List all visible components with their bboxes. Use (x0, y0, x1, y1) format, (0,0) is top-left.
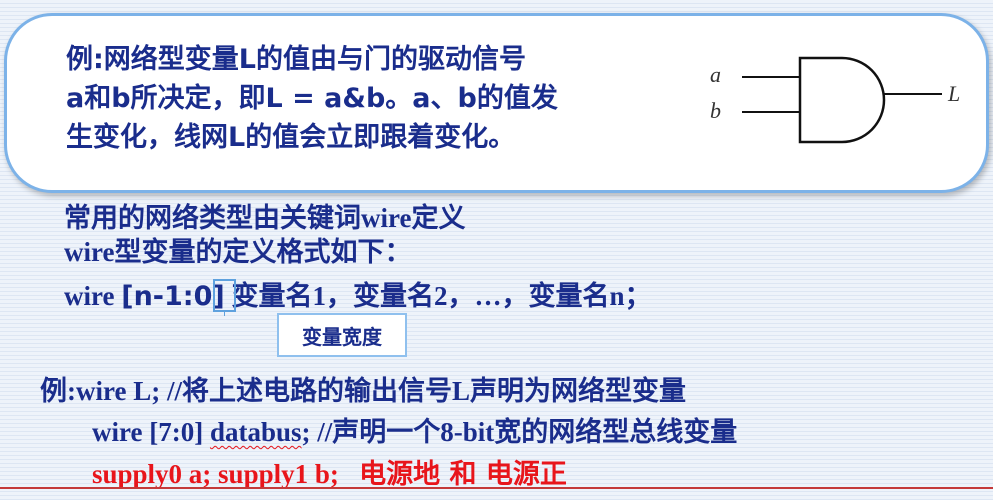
width-highlight-box (213, 279, 236, 312)
wire-keyword: wire (64, 281, 122, 311)
definition-line-3: wire [n-1:0] 变量名1，变量名2，…，变量名n； (64, 274, 651, 313)
output-label: L (947, 81, 960, 106)
range-spec: [n-1:0] (121, 281, 225, 312)
supply-note: 电源地 和 电源正 (359, 459, 567, 490)
definition-line-2: wire型变量的定义格式如下： (64, 237, 412, 267)
example-line-1: 例:wire L; //将上述电路的输出信号L声明为网络型变量 (40, 376, 686, 406)
input-b-label: b (710, 98, 721, 123)
databus-name: databus (209, 417, 302, 447)
callout-line-1: 例:网络型变量L的值由与门的驱动信号 (66, 44, 527, 75)
width-leader-line (224, 312, 225, 316)
bottom-divider (0, 487, 993, 489)
example-line-2: wire [7:0] databus; //声明一个8-bit宽的网络型总线变量 (92, 410, 737, 449)
bus-decl-comment: ; //声明一个8-bit宽的网络型总线变量 (301, 417, 738, 447)
example-line-3: supply0 a; supply1 b; 电源地 和 电源正 (92, 452, 567, 491)
supply-code: supply0 a; supply1 b; (92, 459, 339, 489)
and-gate-svg: a b L (710, 56, 960, 144)
callout-line-2: a和b所决定，即L = a&b。a、b的值发 (66, 83, 558, 114)
and-gate-body (798, 56, 886, 144)
input-a-label: a (710, 62, 721, 87)
width-label: 变量宽度 (277, 313, 407, 357)
bus-decl-prefix: wire [7:0] (92, 417, 210, 447)
callout-text: 例:网络型变量L的值由与门的驱动信号 a和b所决定，即L = a&b。a、b的值… (66, 40, 666, 157)
and-gate-diagram: a b L (700, 42, 980, 162)
variable-list: 变量名1，变量名2，…，变量名n； (224, 281, 652, 311)
callout-line-3: 生变化，线网L的值会立即跟着变化。 (66, 122, 516, 153)
